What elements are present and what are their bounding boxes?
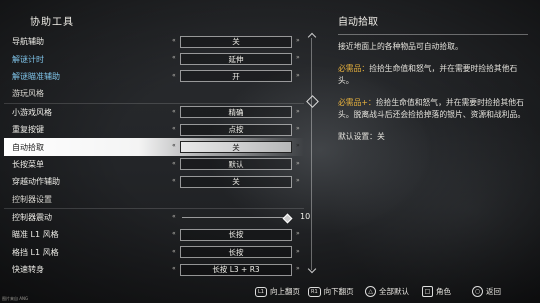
detail-tier2: 必需品+：捡拾生命值和怒气，并在需要时捡拾其他石头。脱离战斗后还会捡拾掉落的银片…: [338, 97, 528, 121]
arrow-right-icon[interactable]: »: [296, 37, 300, 44]
hint-label: 全部默认: [379, 287, 409, 296]
settings-list: 导航辅助 « 关 » 解谜计时 « 延伸 » 解谜瞄准辅助 « 开 » 游玩风格…: [4, 33, 310, 278]
setting-label: 控制器震动: [12, 213, 52, 223]
tier2-label: 必需品+：: [338, 98, 376, 107]
default-label: 默认设置：: [338, 132, 377, 141]
section-title: 控制器设置: [12, 194, 52, 204]
arrow-right-icon[interactable]: »: [296, 177, 300, 184]
detail-title: 自动拾取: [338, 17, 378, 28]
setting-value[interactable]: 长按: [180, 228, 292, 241]
detail-description: 接近地面上的各种物品可自动拾取。: [338, 42, 463, 51]
arrow-right-icon[interactable]: »: [296, 125, 300, 132]
arrow-left-icon[interactable]: «: [172, 230, 176, 237]
setting-row-hold-menu[interactable]: 长按菜单 « 默认 »: [4, 156, 304, 173]
hint-label: 返回: [486, 287, 501, 296]
setting-row-minigame-style[interactable]: 小游戏风格 « 精确 »: [4, 104, 304, 121]
vibration-slider-knob[interactable]: [282, 213, 293, 224]
arrow-left-icon[interactable]: «: [172, 265, 176, 272]
setting-label: 瞄准 L1 风格: [12, 230, 59, 240]
arrow-left-icon[interactable]: «: [172, 125, 176, 132]
panel-title: 协助工具: [30, 17, 74, 28]
setting-value[interactable]: 关: [180, 35, 292, 48]
arrow-right-icon[interactable]: »: [296, 248, 300, 255]
hint-back[interactable]: ○ 返回: [472, 286, 501, 297]
arrow-left-icon[interactable]: «: [172, 72, 176, 79]
arrow-right-icon[interactable]: »: [296, 160, 300, 167]
section-title: 游玩风格: [12, 89, 44, 99]
bottom-hint-bar: L1 向上翻页 R1 向下翻页 △ 全部默认 □ 角色 ○ 返回: [0, 281, 540, 303]
setting-row-repeat-press[interactable]: 重复按键 « 点按 »: [4, 121, 304, 138]
detail-panel: 自动拾取 接近地面上的各种物品可自动拾取。 必需品：捡拾生命值和怒气，并在需要时…: [338, 13, 528, 143]
arrow-left-icon[interactable]: «: [172, 37, 176, 44]
arrow-left-icon[interactable]: «: [172, 177, 176, 184]
arrow-left-icon[interactable]: «: [172, 248, 176, 255]
setting-value[interactable]: 默认: [180, 158, 292, 171]
divider: [338, 34, 528, 35]
arrow-left-icon[interactable]: «: [172, 54, 176, 61]
hint-label: 向下翻页: [323, 287, 354, 296]
setting-label: 导航辅助: [12, 37, 44, 47]
setting-value[interactable]: 点按: [180, 123, 292, 136]
section-header-playstyle: 游玩风格: [4, 85, 304, 104]
hint-prev-page[interactable]: L1 向上翻页: [255, 286, 300, 297]
setting-value[interactable]: 开: [180, 70, 292, 83]
setting-row-traversal-assist[interactable]: 穿越动作辅助 « 关 »: [4, 173, 304, 190]
watermark: 图片来自 ANG: [2, 296, 29, 301]
setting-value[interactable]: 长按: [180, 246, 292, 259]
scrollbar-track[interactable]: [311, 38, 312, 270]
setting-label: 小游戏风格: [12, 107, 52, 117]
setting-value[interactable]: 长按 L3 + R3: [180, 263, 292, 276]
setting-label: 解谜计时: [12, 54, 44, 64]
setting-label: 自动拾取: [12, 142, 44, 152]
slider-value: 10: [300, 211, 311, 221]
setting-row-block-style[interactable]: 格挡 L1 风格 « 长按 »: [4, 244, 304, 261]
setting-label: 重复按键: [12, 125, 44, 135]
section-header-controller: 控制器设置: [4, 191, 304, 209]
setting-label: 长按菜单: [12, 159, 44, 169]
arrow-right-icon[interactable]: »: [296, 108, 300, 115]
tier1-label: 必需品：: [338, 64, 370, 73]
setting-row-quick-turn[interactable]: 快速转身 « 长按 L3 + R3 »: [4, 261, 304, 278]
setting-row-controller-vibration[interactable]: 控制器震动 « 10: [4, 209, 310, 226]
setting-label: 解谜瞄准辅助: [12, 71, 60, 81]
setting-value[interactable]: 关: [180, 141, 292, 154]
hint-label: 向上翻页: [269, 287, 300, 296]
arrow-right-icon[interactable]: »: [296, 230, 300, 237]
hint-next-page[interactable]: R1 向下翻页: [308, 286, 354, 297]
arrow-right-icon[interactable]: »: [296, 72, 300, 79]
setting-label: 穿越动作辅助: [12, 177, 60, 187]
arrow-left-icon[interactable]: «: [172, 142, 176, 149]
detail-tier1: 必需品：捡拾生命值和怒气，并在需要时捡拾其他石头。: [338, 63, 528, 87]
setting-value[interactable]: 关: [180, 175, 292, 188]
setting-row-aim-style[interactable]: 瞄准 L1 风格 « 长按 »: [4, 226, 304, 243]
r1-button-icon: R1: [308, 286, 321, 297]
vibration-slider-track[interactable]: [182, 217, 290, 219]
default-value: 关: [376, 132, 385, 141]
setting-label: 格挡 L1 风格: [12, 247, 59, 257]
arrow-right-icon[interactable]: »: [296, 142, 300, 149]
setting-label: 快速转身: [12, 265, 44, 275]
setting-value[interactable]: 精确: [180, 106, 292, 119]
setting-row-navigation-assist[interactable]: 导航辅助 « 关 »: [4, 33, 304, 50]
square-button-icon: □: [422, 286, 433, 297]
arrow-left-icon[interactable]: «: [172, 160, 176, 167]
arrow-left-icon[interactable]: «: [172, 108, 176, 115]
arrow-right-icon[interactable]: »: [296, 54, 300, 61]
detail-default: 默认设置：关: [338, 131, 528, 143]
l1-button-icon: L1: [255, 286, 267, 297]
setting-value[interactable]: 延伸: [180, 53, 292, 66]
setting-row-auto-pickup[interactable]: 自动拾取 « 关 »: [4, 138, 304, 156]
hint-default-all[interactable]: △ 全部默认: [365, 286, 409, 297]
circle-button-icon: ○: [472, 286, 483, 297]
setting-row-puzzle-timer[interactable]: 解谜计时 « 延伸 »: [4, 50, 304, 67]
arrow-left-icon[interactable]: «: [172, 213, 176, 220]
setting-row-puzzle-aim-assist[interactable]: 解谜瞄准辅助 « 开 »: [4, 68, 304, 85]
hint-label: 角色: [436, 287, 451, 296]
arrow-right-icon[interactable]: »: [296, 265, 300, 272]
hint-character[interactable]: □ 角色: [422, 286, 451, 297]
triangle-button-icon: △: [365, 286, 376, 297]
